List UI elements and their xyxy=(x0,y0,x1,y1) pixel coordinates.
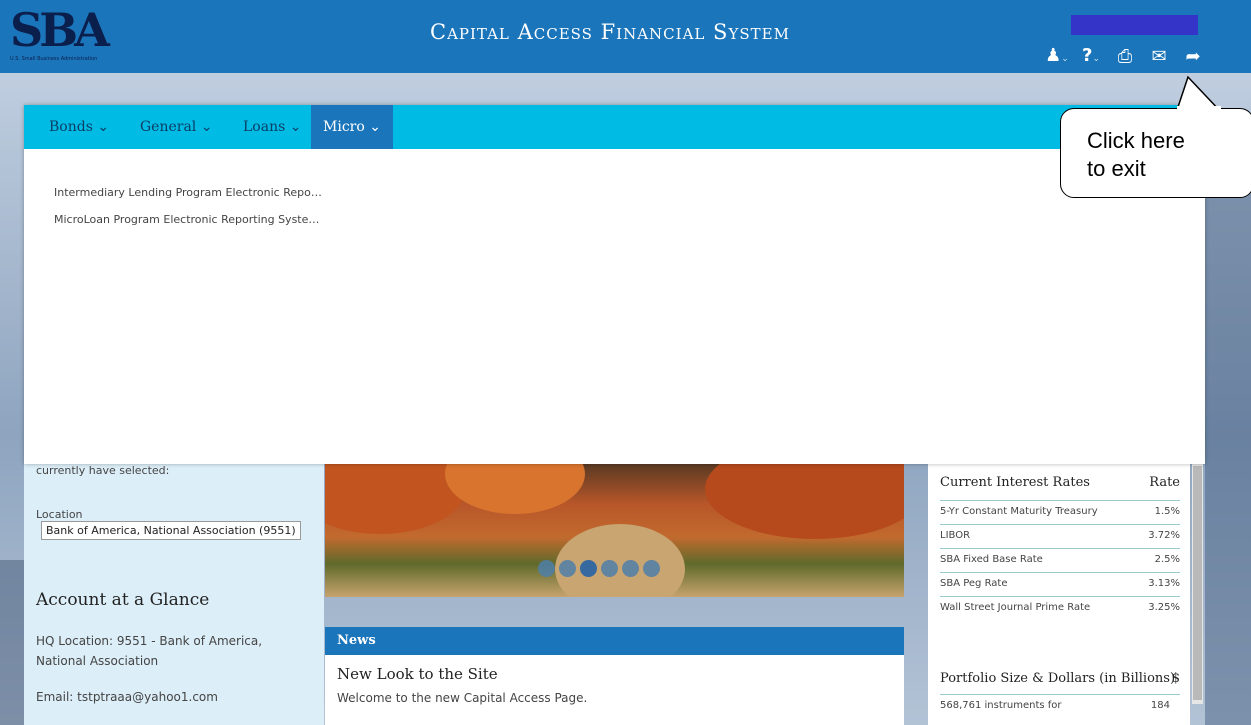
background-building xyxy=(0,560,24,725)
logo-subtext: U.S. Small Business Administration xyxy=(10,56,98,62)
rates-column-label: Rate xyxy=(1149,475,1180,490)
rate-name: SBA Peg Rate xyxy=(940,578,1008,589)
nav-dropdown-panel: Bonds ⌄ General ⌄ Loans ⌄ Micro ⌄ Interm… xyxy=(24,105,1205,464)
location-value: Bank of America, National Association (9… xyxy=(46,524,296,537)
carousel-image xyxy=(325,464,465,534)
location-label: Location xyxy=(36,508,83,521)
rate-name: LIBOR xyxy=(940,530,971,541)
news-title[interactable]: New Look to the Site xyxy=(337,665,498,683)
rates-panel: Current Interest Rates Rate 5-Yr Constan… xyxy=(928,464,1190,725)
header-toolbar: ♟⌄ ?⌄ ⎙ ✉ ➦ xyxy=(1040,44,1210,70)
main-nav: Bonds ⌄ General ⌄ Loans ⌄ Micro ⌄ xyxy=(24,105,1205,149)
rate-value: 3.13% xyxy=(1148,578,1180,589)
chevron-down-icon: ⌄ xyxy=(1092,53,1100,64)
user-icon: ♟ xyxy=(1045,44,1062,66)
news-body: Welcome to the new Capital Access Page. xyxy=(337,691,588,705)
account-sidebar: currently have selected: Location Bank o… xyxy=(24,464,324,725)
nav-bonds[interactable]: Bonds ⌄ xyxy=(37,105,121,149)
carousel-dot[interactable] xyxy=(538,560,555,577)
user-name-box[interactable] xyxy=(1071,15,1198,35)
callout-pointer-join xyxy=(1177,106,1221,110)
rate-row: SBA Peg Rate 3.13% xyxy=(940,572,1180,595)
carousel-image xyxy=(445,464,585,514)
user-menu-button[interactable]: ♟⌄ xyxy=(1040,43,1074,72)
news-panel: News New Look to the Site Welcome to the… xyxy=(325,627,904,725)
portfolio-header: Portfolio Size & Dollars (in Billions) $ xyxy=(940,671,1180,686)
carousel-dot[interactable] xyxy=(622,560,639,577)
logo-text: SBA xyxy=(10,3,110,57)
print-button[interactable]: ⎙ xyxy=(1108,44,1142,70)
sba-logo[interactable]: SBA U.S. Small Business Administration xyxy=(10,5,110,65)
nav-loans[interactable]: Loans ⌄ xyxy=(231,105,313,149)
rate-value: 2.5% xyxy=(1154,554,1180,565)
nav-general[interactable]: General ⌄ xyxy=(128,105,224,149)
help-menu-button[interactable]: ?⌄ xyxy=(1074,43,1108,72)
carousel-dot[interactable] xyxy=(580,560,597,577)
carousel-indicators xyxy=(538,560,660,577)
rate-name: SBA Fixed Base Rate xyxy=(940,554,1043,565)
nav-micro[interactable]: Micro ⌄ xyxy=(311,105,393,149)
rate-row: SBA Fixed Base Rate 2.5% xyxy=(940,548,1180,571)
account-email: Email: tstptraaa@yahoo1.com xyxy=(36,690,218,704)
news-header: News xyxy=(325,627,904,655)
portfolio-column-label: $ xyxy=(1171,671,1180,686)
rates-scrollbar[interactable] xyxy=(1192,464,1203,704)
location-row: Location Bank of America, National Assoc… xyxy=(36,508,324,540)
callout-text: Click here to exit xyxy=(1087,128,1185,181)
rate-name: Wall Street Journal Prime Rate xyxy=(940,602,1091,613)
carousel-dot[interactable] xyxy=(601,560,618,577)
location-select[interactable]: Bank of America, National Association (9… xyxy=(41,521,301,540)
rate-value: 3.25% xyxy=(1148,602,1180,613)
help-icon: ? xyxy=(1082,44,1093,66)
rate-row: Wall Street Journal Prime Rate 3.25% xyxy=(940,596,1180,619)
chevron-down-icon: ⌄ xyxy=(1061,53,1069,64)
mail-button[interactable]: ✉ xyxy=(1142,44,1176,70)
carousel-image xyxy=(705,464,904,539)
selection-hint: currently have selected: xyxy=(36,464,170,477)
exit-button[interactable]: ➦ xyxy=(1176,44,1210,70)
hq-location: HQ Location: 9551 - Bank of America, Nat… xyxy=(36,634,263,668)
carousel-dot[interactable] xyxy=(643,560,660,577)
rate-value: 1.5% xyxy=(1154,506,1180,517)
mail-icon: ✉ xyxy=(1151,46,1167,67)
portfolio-row: 568,761 instruments for 184 xyxy=(940,694,1180,717)
background-building xyxy=(1205,140,1251,725)
submenu-item-ilp[interactable]: Intermediary Lending Program Electronic … xyxy=(54,186,322,199)
print-icon: ⎙ xyxy=(1117,46,1133,67)
submenu-item-microloan[interactable]: MicroLoan Program Electronic Reporting S… xyxy=(54,213,319,226)
exit-callout: Click here to exit xyxy=(1060,108,1251,198)
account-glance-title: Account at a Glance xyxy=(36,590,210,610)
scrollbar-thumb[interactable] xyxy=(1193,466,1202,700)
portfolio-row-label: 568,761 instruments for xyxy=(940,700,1062,711)
app-title: Capital Access Financial System xyxy=(430,20,790,44)
top-header: SBA U.S. Small Business Administration C… xyxy=(0,0,1251,73)
image-carousel[interactable] xyxy=(325,464,904,597)
portfolio-title: Portfolio Size & Dollars (in Billions) xyxy=(940,671,1176,686)
rate-value: 3.72% xyxy=(1148,530,1180,541)
exit-icon: ➦ xyxy=(1185,46,1201,67)
rate-row: LIBOR 3.72% xyxy=(940,524,1180,547)
portfolio-row-value: 184 xyxy=(1150,700,1170,711)
rates-header: Current Interest Rates Rate xyxy=(940,475,1180,490)
rates-title: Current Interest Rates xyxy=(940,475,1090,490)
rate-name: 5-Yr Constant Maturity Treasury xyxy=(940,506,1098,517)
rate-row: 5-Yr Constant Maturity Treasury 1.5% xyxy=(940,500,1180,523)
carousel-dot[interactable] xyxy=(559,560,576,577)
